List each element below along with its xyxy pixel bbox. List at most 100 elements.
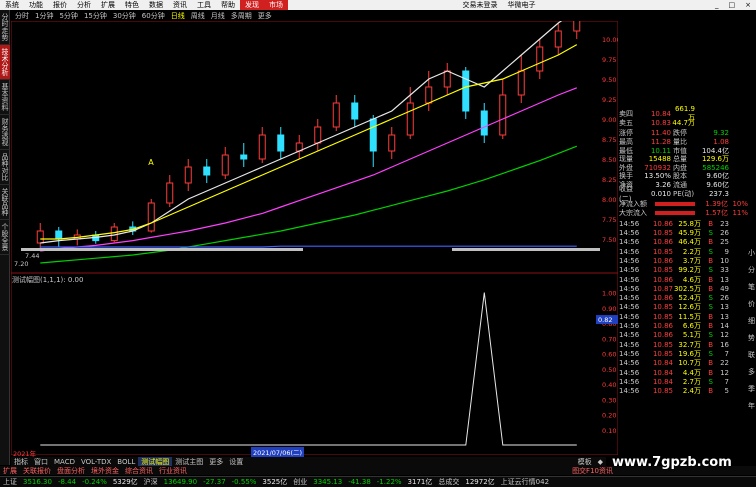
login-status[interactable]: 交易未登录 — [458, 0, 503, 10]
sub-axis-label: 0.10 — [602, 427, 616, 435]
tick-count: 25 — [720, 238, 729, 247]
indicator-tab-4[interactable]: BOLL — [114, 458, 138, 466]
tick-count: 12 — [720, 368, 729, 377]
status-item-2: -8.44 — [57, 478, 77, 486]
sub-axis-label: 0.50 — [602, 366, 616, 374]
watermark-text: www.7gpzb.com — [612, 455, 732, 470]
sub-value-marker: 0.82 — [598, 316, 612, 324]
menu-item-8[interactable]: 工具 — [192, 0, 216, 10]
menu-item-5[interactable]: 特色 — [120, 0, 144, 10]
tick-time: 14:56 — [619, 219, 640, 228]
toolbar-item-0[interactable]: 扩展 — [0, 466, 20, 476]
tick-time: 14:56 — [619, 340, 640, 349]
menu-item-2[interactable]: 报价 — [48, 0, 72, 10]
period-5[interactable]: 60分钟 — [139, 11, 168, 21]
period-2[interactable]: 5分钟 — [56, 11, 80, 21]
menu-discover[interactable]: 发现 — [240, 0, 264, 10]
sub-axis-label: 0.90 — [602, 305, 616, 313]
tick-price: 10.85 — [652, 303, 673, 312]
menu-item-3[interactable]: 分析 — [72, 0, 96, 10]
tick-time: 14:56 — [619, 368, 640, 377]
candle-body — [240, 154, 248, 160]
toolbar-item-5[interactable]: 行业资讯 — [156, 466, 190, 476]
period-3[interactable]: 15分钟 — [81, 11, 110, 21]
sidebar-item-1[interactable]: 技术分析 — [0, 45, 10, 80]
toolbar-item-4[interactable]: 综合资讯 — [122, 466, 156, 476]
tabbar-right-1[interactable]: ◆ — [595, 458, 606, 466]
candle-body — [166, 182, 174, 204]
stat-value-2: 9.60亿 — [706, 181, 729, 190]
period-0[interactable]: 分时 — [12, 11, 32, 21]
toolbar-item-1[interactable]: 关联报价 — [20, 466, 54, 476]
tick-count: 26 — [720, 229, 729, 238]
candle-body — [425, 86, 433, 104]
menu-item-4[interactable]: 扩展 — [96, 0, 120, 10]
period-1[interactable]: 1分钟 — [32, 11, 56, 21]
tick-row: 14:56 10.85 19.6万 S 7 — [619, 349, 756, 358]
period-6[interactable]: 日线 — [168, 11, 188, 21]
period-4[interactable]: 30分钟 — [110, 11, 139, 21]
menu-market[interactable]: 市场 — [264, 0, 288, 10]
right-tab-3[interactable]: 价 — [747, 299, 756, 316]
menu-item-9[interactable]: 帮助 — [216, 0, 240, 10]
right-tab-4[interactable]: 细 — [747, 316, 756, 333]
tick-price: 10.85 — [652, 266, 673, 275]
indicator-tab-3[interactable]: VOL-TDX — [78, 458, 114, 466]
period-9[interactable]: 多周期 — [228, 11, 255, 21]
right-tab-0[interactable]: 小 — [747, 248, 756, 265]
candle-body — [517, 70, 525, 96]
tick-time: 14:56 — [619, 284, 640, 293]
right-tab-6[interactable]: 联 — [747, 350, 756, 367]
right-tab-1[interactable]: 分 — [747, 265, 756, 282]
sidebar-item-4[interactable]: 品种对比 — [0, 150, 10, 185]
tick-price: 10.85 — [652, 349, 673, 358]
sidebar-item-6[interactable]: 个股全景 — [0, 220, 10, 255]
minimize-button[interactable]: _ — [710, 1, 724, 9]
maximize-button[interactable]: □ — [724, 1, 741, 9]
toolbar-item-3[interactable]: 境外资金 — [88, 466, 122, 476]
stat-value-2: 129.6万 — [701, 155, 729, 164]
tick-side: S — [708, 229, 713, 238]
price-axis-label: 9.75 — [602, 56, 616, 64]
period-10[interactable]: 更多 — [255, 11, 275, 21]
flow-value: 1.57亿 — [705, 208, 728, 217]
menu-item-0[interactable]: 系统 — [0, 0, 24, 10]
indicator-tab-7[interactable]: 更多 — [206, 457, 226, 467]
right-tab-9[interactable]: 年 — [747, 401, 756, 418]
tick-count: 13 — [720, 275, 729, 284]
period-8[interactable]: 月线 — [208, 11, 228, 21]
menu-item-7[interactable]: 资讯 — [168, 0, 192, 10]
price-axis-label: 8.25 — [602, 176, 616, 184]
flow-label: 大宗流入 — [619, 208, 647, 217]
sidebar-item-2[interactable]: 基本资料 — [0, 80, 10, 115]
tick-time: 14:56 — [619, 377, 640, 386]
close-button[interactable]: × — [740, 1, 756, 9]
indicator-tab-8[interactable]: 设置 — [226, 457, 246, 467]
menu-item-6[interactable]: 数据 — [144, 0, 168, 10]
period-7[interactable]: 周线 — [188, 11, 208, 21]
indicator-tab-2[interactable]: MACD — [51, 458, 78, 466]
candle-body — [36, 230, 44, 244]
sidebar-item-5[interactable]: 关联品种 — [0, 185, 10, 220]
right-tab-7[interactable]: 多 — [747, 367, 756, 384]
stat-value: 710932 — [644, 163, 671, 172]
sidebar-item-3[interactable]: 财务透视 — [0, 115, 10, 150]
price-axis-label: 9.50 — [602, 76, 616, 84]
tick-side: S — [708, 266, 713, 275]
right-tab-5[interactable]: 势 — [747, 333, 756, 350]
tick-time: 14:56 — [619, 294, 640, 303]
right-tab-8[interactable]: 季 — [747, 384, 756, 401]
tick-time: 14:56 — [619, 229, 640, 238]
main-kline-chart[interactable]: A 7.207.44 10.00 9.75 9.50 9.25 9.00 8.75 8.50 8.… — [11, 21, 618, 273]
sell-volume: 44.7万 — [672, 118, 695, 127]
status-item-4: 5329亿 — [112, 478, 138, 486]
right-tab-2[interactable]: 笔 — [747, 282, 756, 299]
tick-count: 12 — [720, 331, 729, 340]
sub-indicator-chart[interactable]: 1.000.900.800.700.600.500.400.300.200.10… — [11, 273, 618, 455]
toolbar-item-2[interactable]: 盘面分析 — [54, 466, 88, 476]
tick-count: 5 — [724, 387, 729, 396]
sidebar-item-0[interactable]: 分时走势 — [0, 10, 10, 45]
menu-item-1[interactable]: 功能 — [24, 0, 48, 10]
sub-axis-label: 0.70 — [602, 335, 616, 343]
toolbar-right[interactable]: 图交F10资讯 — [569, 466, 616, 476]
